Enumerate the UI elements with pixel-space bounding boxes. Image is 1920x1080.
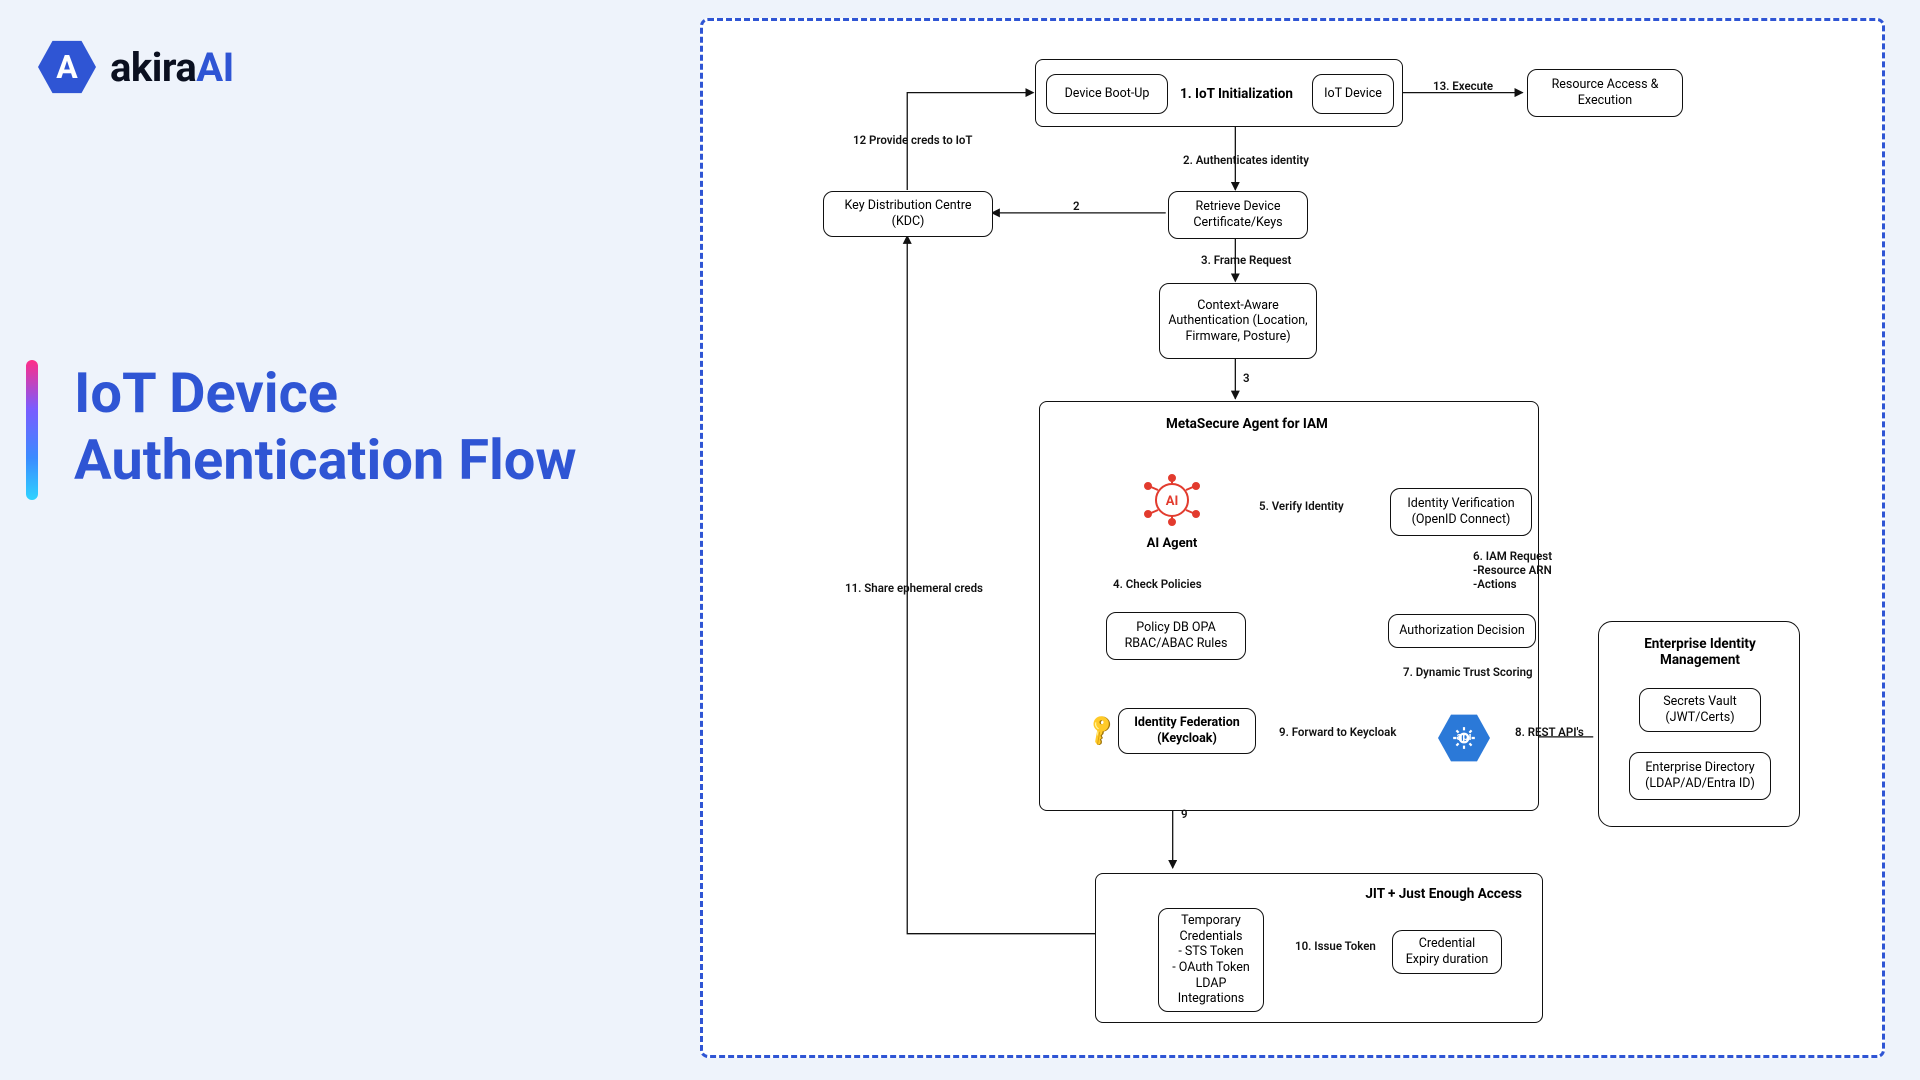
metasecure-agent-panel: MetaSecure Agent for IAM (1039, 401, 1539, 811)
edge-8-rest-apis: 8. REST API's (1515, 725, 1584, 739)
page-title: IoT Device Authentication Flow (74, 360, 577, 494)
node-ai-agent: AI AI Agent (1138, 472, 1206, 551)
node-policy-db: Policy DB OPA RBAC/ABAC Rules (1106, 612, 1246, 660)
title-accent-bar (26, 360, 38, 500)
ai-agent-label: AI Agent (1138, 536, 1206, 551)
logo-text: akiraAI (110, 44, 234, 91)
edge-13-execute: 13. Execute (1433, 79, 1493, 93)
key-icon: 🔑 (1083, 712, 1120, 748)
edge-11-share-ephemeral: 11. Share ephemeral creds (845, 581, 983, 595)
edge-5-verify-identity: 5. Verify Identity (1259, 499, 1344, 513)
edge-3-number: 3 (1243, 371, 1250, 385)
metasecure-title: MetaSecure Agent for IAM (1166, 416, 1328, 432)
edge-3-frame-request: 3. Frame Request (1201, 253, 1291, 267)
node-context-aware-auth: Context-Aware Authentication (Location, … (1159, 283, 1317, 359)
edge-9-number: 9 (1181, 807, 1188, 821)
title-line-2: Authentication Flow (74, 427, 577, 494)
node-identity-verification: Identity Verification (OpenID Connect) (1390, 488, 1532, 536)
node-device-boot-up: Device Boot-Up (1046, 74, 1168, 114)
node-temporary-credentials: Temporary Credentials - STS Token - OAut… (1158, 908, 1264, 1012)
enterprise-identity-title: Enterprise Identity Management (1633, 636, 1767, 668)
logo-mark: A (38, 38, 96, 96)
edge-4-check-policies: 4. Check Policies (1113, 577, 1202, 591)
ai-icon: AI (1138, 513, 1206, 532)
diagram-canvas: Device Boot-Up 1. IoT Initialization IoT… (700, 18, 1885, 1058)
svg-text:AI: AI (1166, 494, 1179, 509)
node-credential-expiry: Credential Expiry duration (1392, 930, 1502, 974)
node-secrets-vault: Secrets Vault (JWT/Certs) (1639, 688, 1761, 732)
enterprise-identity-panel: Enterprise Identity Management Secrets V… (1598, 621, 1800, 827)
edge-10-issue-token: 10. Issue Token (1295, 939, 1376, 953)
brand-suffix: AI (196, 44, 234, 91)
iot-initialization-title: 1. IoT Initialization (1180, 86, 1293, 102)
node-enterprise-directory: Enterprise Directory (LDAP/AD/Entra ID) (1629, 752, 1771, 800)
node-identity-federation: Identity Federation (Keycloak) (1118, 708, 1256, 754)
edge-2-authenticates: 2. Authenticates identity (1183, 153, 1309, 167)
edge-2-number: 2 (1073, 199, 1080, 213)
brand-name: akira (110, 44, 196, 91)
edge-12-provide-creds: 12 Provide creds to IoT (853, 133, 972, 147)
node-iot-device: IoT Device (1312, 74, 1394, 114)
edge-7-dynamic-trust: 7. Dynamic Trust Scoring (1403, 665, 1533, 679)
node-resource-access-execution: Resource Access & Execution (1527, 69, 1683, 117)
node-authorization-decision: Authorization Decision (1388, 614, 1536, 648)
jit-title: JIT + Just Enough Access (1365, 886, 1522, 902)
node-retrieve-certificate: Retrieve Device Certificate/Keys (1168, 191, 1308, 239)
title-line-1: IoT Device (74, 360, 577, 427)
api-label: api (1438, 730, 1490, 743)
node-kdc: Key Distribution Centre (KDC) (823, 191, 993, 237)
node-api: api (1438, 712, 1490, 777)
brand-logo: A akiraAI (38, 38, 234, 96)
edge-6-iam-request: 6. IAM Request -Resource ARN -Actions (1473, 549, 1583, 591)
edge-9-forward-keycloak: 9. Forward to Keycloak (1279, 725, 1396, 739)
iot-initialization-panel: Device Boot-Up 1. IoT Initialization IoT… (1035, 59, 1403, 127)
